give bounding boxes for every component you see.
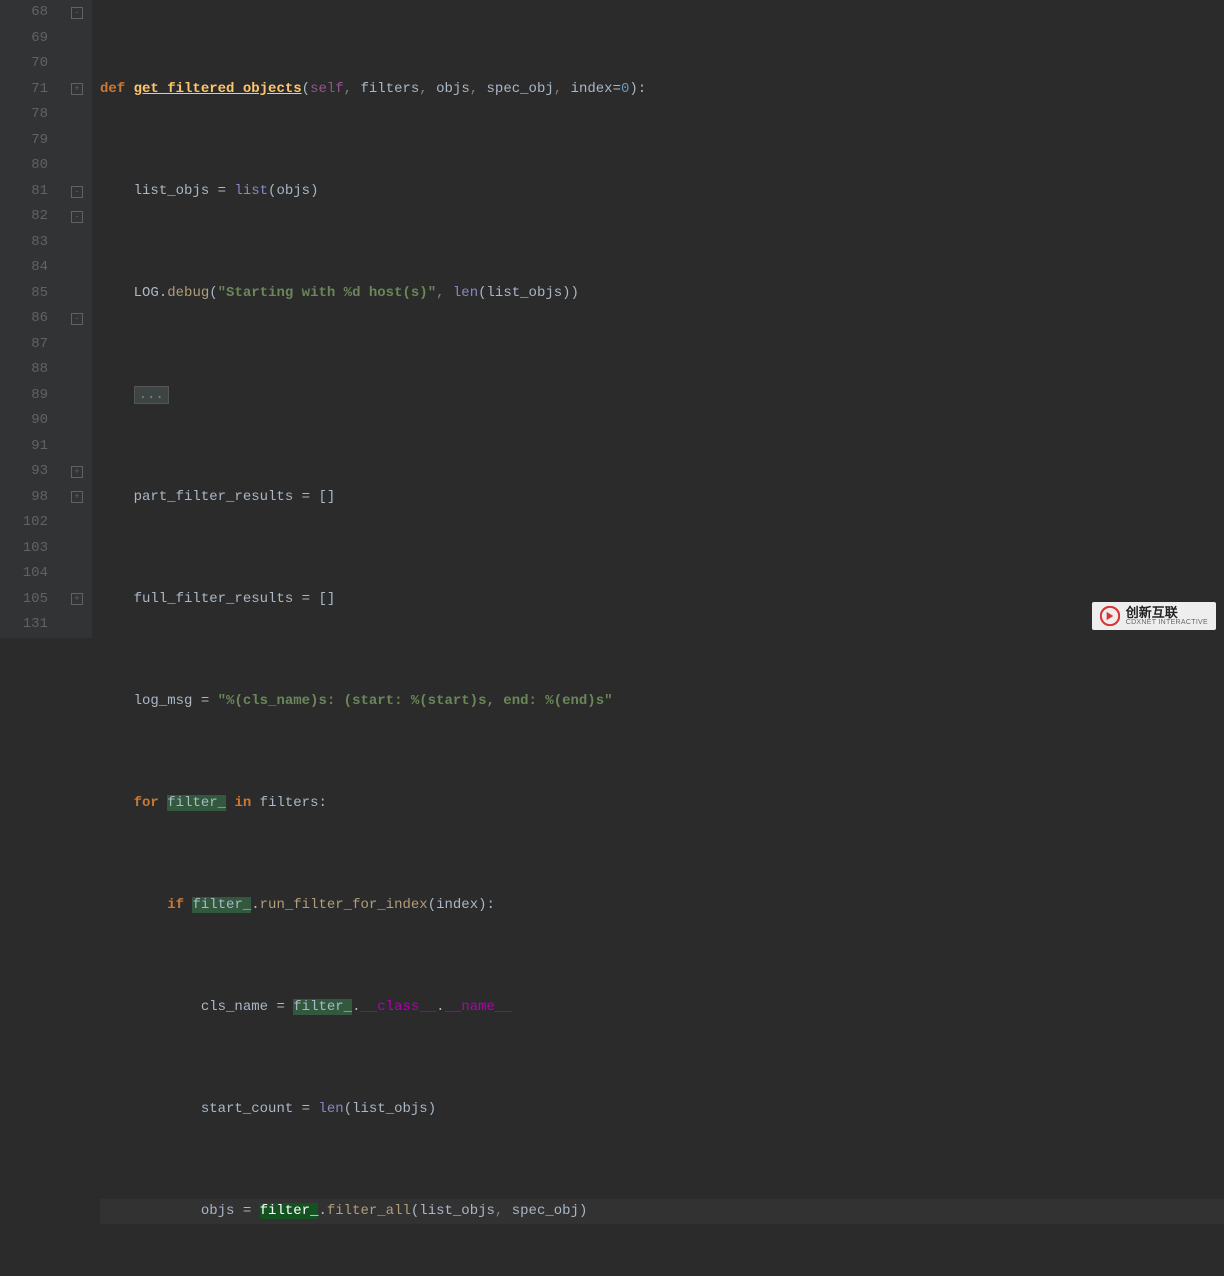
code-editor[interactable]: 68 69 70 71 78 79 80 81 82 83 84 85 86 8… [0,0,1224,638]
code-line[interactable]: start_count = len(list_objs) [100,1097,1224,1123]
line-number: 104 [0,561,48,587]
code-line[interactable]: list_objs = list(objs) [100,179,1224,205]
fold-gutter[interactable]: - + - - - + + + [68,0,92,638]
code-line-current[interactable]: objs = filter_.filter_all(list_objs, spe… [100,1199,1224,1225]
code-line[interactable]: full_filter_results = [] [100,587,1224,613]
code-line[interactable]: log_msg = "%(cls_name)s: (start: %(start… [100,689,1224,715]
line-number: 102 [0,510,48,536]
line-number: 69 [0,26,48,52]
code-line[interactable]: part_filter_results = [] [100,485,1224,511]
line-number: 83 [0,230,48,256]
line-number: 131 [0,612,48,638]
watermark-badge: 创新互联 CDXNET INTERACTIVE [1092,602,1216,630]
line-number: 81 [0,179,48,205]
code-line[interactable]: for filter_ in filters: [100,791,1224,817]
line-number: 70 [0,51,48,77]
line-number-gutter: 68 69 70 71 78 79 80 81 82 83 84 85 86 8… [0,0,68,638]
watermark-logo-icon [1100,606,1120,626]
line-number: 85 [0,281,48,307]
watermark-brand: 创新互联 [1126,606,1208,619]
code-area[interactable]: def get_filtered_objects(self, filters, … [92,0,1224,638]
code-line[interactable]: def get_filtered_objects(self, filters, … [100,77,1224,103]
line-number: 98 [0,485,48,511]
line-number: 89 [0,383,48,409]
line-number: 78 [0,102,48,128]
line-number: 90 [0,408,48,434]
line-number: 86 [0,306,48,332]
fold-toggle-icon[interactable]: - [71,186,83,198]
fold-toggle-icon[interactable]: + [71,466,83,478]
line-number: 79 [0,128,48,154]
line-number: 80 [0,153,48,179]
line-number: 91 [0,434,48,460]
line-number: 93 [0,459,48,485]
selected-text[interactable]: filter_ [260,1203,319,1219]
fold-toggle-icon[interactable]: + [71,593,83,605]
code-line-folded[interactable]: ... [100,383,1224,409]
line-number: 88 [0,357,48,383]
fold-toggle-icon[interactable]: - [71,211,83,223]
code-line[interactable]: cls_name = filter_.__class__.__name__ [100,995,1224,1021]
fold-toggle-icon[interactable]: + [71,83,83,95]
line-number: 103 [0,536,48,562]
code-line[interactable]: if filter_.run_filter_for_index(index): [100,893,1224,919]
line-number: 84 [0,255,48,281]
line-number: 82 [0,204,48,230]
line-number: 68 [0,0,48,26]
watermark-subtitle: CDXNET INTERACTIVE [1126,619,1208,626]
code-line[interactable]: LOG.debug("Starting with %d host(s)", le… [100,281,1224,307]
fold-ellipsis[interactable]: ... [134,386,169,404]
fold-toggle-icon[interactable]: + [71,491,83,503]
fold-toggle-icon[interactable]: - [71,7,83,19]
line-number: 71 [0,77,48,103]
fold-toggle-icon[interactable]: - [71,313,83,325]
line-number: 105 [0,587,48,613]
line-number: 87 [0,332,48,358]
